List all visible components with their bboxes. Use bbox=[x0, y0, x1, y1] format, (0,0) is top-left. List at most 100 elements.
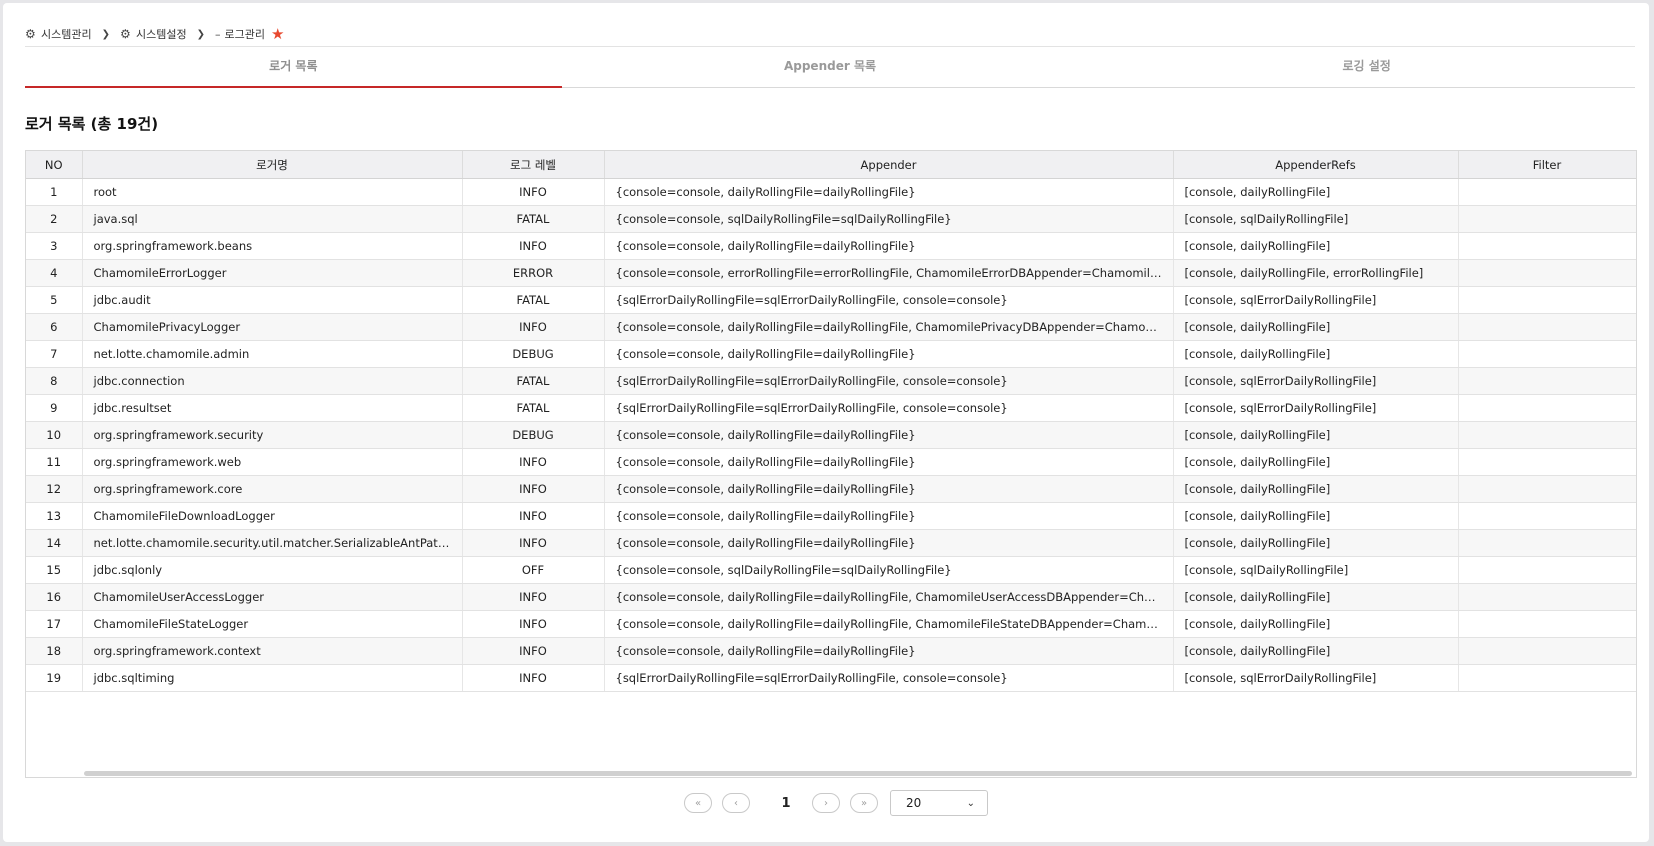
cell-filter bbox=[1458, 178, 1636, 206]
cell-log-level: INFO bbox=[462, 178, 605, 206]
cell-appender-refs: [console, dailyRollingFile] bbox=[1173, 232, 1459, 260]
cell-no: 11 bbox=[26, 448, 83, 476]
cell-filter bbox=[1458, 394, 1636, 422]
table-row[interactable]: 14 net.lotte.chamomile.security.util.matc… bbox=[26, 529, 1636, 557]
table-row[interactable]: 2 java.sql FATAL {console=console, sqlDaily… bbox=[26, 205, 1636, 233]
app-frame: ⚙ 시스템관리 ❯ ⚙ 시스템설정 ❯ – 로그관리 ★ 로거 목록 Appen… bbox=[3, 3, 1649, 842]
cell-logger-name: root bbox=[82, 178, 463, 206]
cell-log-level: INFO bbox=[462, 448, 605, 476]
cell-appender: {console=console, sqlDailyRollingFile=sq… bbox=[604, 205, 1174, 233]
cell-log-level: INFO bbox=[462, 529, 605, 557]
page-size-value: 20 bbox=[906, 796, 922, 810]
cell-appender: {console=console, dailyRollingFile=daily… bbox=[604, 448, 1174, 476]
cell-appender-refs: [console, dailyRollingFile] bbox=[1173, 421, 1459, 449]
chevron-right-icon: › bbox=[824, 797, 828, 809]
cell-log-level: ERROR bbox=[462, 259, 605, 287]
cell-appender: {console=console, dailyRollingFile=daily… bbox=[604, 610, 1174, 638]
column-header-appender[interactable]: Appender bbox=[604, 151, 1174, 179]
cell-appender: {console=console, dailyRollingFile=daily… bbox=[604, 313, 1174, 341]
breadcrumb-item-system-admin[interactable]: ⚙ 시스템관리 bbox=[25, 26, 92, 42]
cell-appender-refs: [console, sqlDailyRollingFile] bbox=[1173, 205, 1459, 233]
first-page-button[interactable]: « bbox=[684, 793, 712, 813]
tab-bar: 로거 목록 Appender 목록 로깅 설정 bbox=[25, 47, 1635, 88]
cell-appender-refs: [console, sqlErrorDailyRollingFile] bbox=[1173, 394, 1459, 422]
logger-table: NO 로거명 로그 레벨 Appender AppenderRefs Filte… bbox=[26, 151, 1636, 692]
cell-appender-refs: [console, dailyRollingFile] bbox=[1173, 637, 1459, 665]
cell-no: 4 bbox=[26, 259, 83, 287]
table-row[interactable]: 1 root INFO {console=console, dailyRollingF… bbox=[26, 178, 1636, 206]
cell-filter bbox=[1458, 367, 1636, 395]
next-page-button[interactable]: › bbox=[812, 793, 840, 813]
column-header-filter[interactable]: Filter bbox=[1458, 151, 1636, 179]
cell-appender-refs: [console, dailyRollingFile, errorRolling… bbox=[1173, 259, 1459, 287]
star-icon[interactable]: ★ bbox=[271, 26, 284, 42]
cell-no: 16 bbox=[26, 583, 83, 611]
table-row[interactable]: 3 org.springframework.beans INFO {console=c… bbox=[26, 232, 1636, 260]
table-row[interactable]: 7 net.lotte.chamomile.admin DEBUG {console=… bbox=[26, 340, 1636, 368]
column-header-logger-name[interactable]: 로거명 bbox=[82, 151, 463, 179]
column-header-no[interactable]: NO bbox=[26, 151, 83, 179]
cell-no: 2 bbox=[26, 205, 83, 233]
cell-logger-name: org.springframework.core bbox=[82, 475, 463, 503]
table-row[interactable]: 16 ChamomileUserAccessLogger INFO {console=… bbox=[26, 583, 1636, 611]
cell-appender-refs: [console, dailyRollingFile] bbox=[1173, 610, 1459, 638]
table-row[interactable]: 9 jdbc.resultset FATAL {sqlErrorDailyRollin… bbox=[26, 394, 1636, 422]
cell-log-level: DEBUG bbox=[462, 421, 605, 449]
cell-appender: {console=console, dailyRollingFile=daily… bbox=[604, 232, 1174, 260]
cell-logger-name: org.springframework.beans bbox=[82, 232, 463, 260]
pagination: « ‹ 1 › » 20 ⌄ bbox=[684, 790, 988, 816]
column-header-log-level[interactable]: 로그 레벨 bbox=[462, 151, 605, 179]
cell-filter bbox=[1458, 259, 1636, 287]
cell-appender: {console=console, dailyRollingFile=daily… bbox=[604, 502, 1174, 530]
current-page[interactable]: 1 bbox=[766, 796, 806, 811]
table-row[interactable]: 12 org.springframework.core INFO {console=c… bbox=[26, 475, 1636, 503]
table-row[interactable]: 13 ChamomileFileDownloadLogger INFO {consol… bbox=[26, 502, 1636, 530]
column-header-appender-refs[interactable]: AppenderRefs bbox=[1173, 151, 1459, 179]
cell-no: 19 bbox=[26, 664, 83, 692]
page-size-select[interactable]: 20 ⌄ bbox=[890, 790, 988, 816]
table-row[interactable]: 8 jdbc.connection FATAL {sqlErrorDailyRolli… bbox=[26, 367, 1636, 395]
table-row[interactable]: 6 ChamomilePrivacyLogger INFO {console=cons… bbox=[26, 313, 1636, 341]
table-row[interactable]: 18 org.springframework.context INFO {consol… bbox=[26, 637, 1636, 665]
last-page-button[interactable]: » bbox=[850, 793, 878, 813]
cell-filter bbox=[1458, 286, 1636, 314]
cell-appender: {console=console, dailyRollingFile=daily… bbox=[604, 637, 1174, 665]
cell-no: 9 bbox=[26, 394, 83, 422]
cell-appender: {console=console, dailyRollingFile=daily… bbox=[604, 421, 1174, 449]
cell-appender-refs: [console, dailyRollingFile] bbox=[1173, 340, 1459, 368]
table-row[interactable]: 19 jdbc.sqltiming INFO {sqlErrorDailyRollin… bbox=[26, 664, 1636, 692]
cell-logger-name: org.springframework.security bbox=[82, 421, 463, 449]
cell-log-level: INFO bbox=[462, 610, 605, 638]
cell-logger-name: jdbc.sqltiming bbox=[82, 664, 463, 692]
breadcrumb-item-system-settings[interactable]: ⚙ 시스템설정 bbox=[120, 26, 187, 42]
breadcrumb-label: 시스템설정 bbox=[136, 28, 187, 41]
tab-logger-list[interactable]: 로거 목록 bbox=[25, 47, 562, 88]
cell-filter bbox=[1458, 475, 1636, 503]
cell-appender-refs: [console, sqlErrorDailyRollingFile] bbox=[1173, 664, 1459, 692]
cell-no: 10 bbox=[26, 421, 83, 449]
breadcrumb-label: 시스템관리 bbox=[41, 28, 92, 41]
table-row[interactable]: 11 org.springframework.web INFO {console=co… bbox=[26, 448, 1636, 476]
cell-filter bbox=[1458, 529, 1636, 557]
tab-appender-list[interactable]: Appender 목록 bbox=[562, 47, 1099, 87]
cell-logger-name: jdbc.sqlonly bbox=[82, 556, 463, 584]
tab-logging-settings[interactable]: 로깅 설정 bbox=[1098, 47, 1635, 87]
page-title: 로거 목록 (총 19건) bbox=[25, 115, 159, 133]
cell-filter bbox=[1458, 313, 1636, 341]
horizontal-scrollbar[interactable] bbox=[84, 771, 1632, 776]
table-row[interactable]: 5 jdbc.audit FATAL {sqlErrorDailyRollingFil… bbox=[26, 286, 1636, 314]
cell-no: 3 bbox=[26, 232, 83, 260]
chevron-right-icon: ❯ bbox=[101, 28, 110, 40]
cell-no: 14 bbox=[26, 529, 83, 557]
table-row[interactable]: 17 ChamomileFileStateLogger INFO {console=c… bbox=[26, 610, 1636, 638]
table-row[interactable]: 10 org.springframework.security DEBUG {cons… bbox=[26, 421, 1636, 449]
cell-appender: {sqlErrorDailyRollingFile=sqlErrorDailyR… bbox=[604, 394, 1174, 422]
breadcrumb-label: 로그관리 bbox=[224, 28, 265, 41]
cell-logger-name: jdbc.audit bbox=[82, 286, 463, 314]
prev-page-button[interactable]: ‹ bbox=[722, 793, 750, 813]
table-row[interactable]: 4 ChamomileErrorLogger ERROR {console=conso… bbox=[26, 259, 1636, 287]
table-row[interactable]: 15 jdbc.sqlonly OFF {console=console, sqlDa… bbox=[26, 556, 1636, 584]
cell-appender: {sqlErrorDailyRollingFile=sqlErrorDailyR… bbox=[604, 367, 1174, 395]
cell-no: 1 bbox=[26, 178, 83, 206]
cell-filter bbox=[1458, 556, 1636, 584]
